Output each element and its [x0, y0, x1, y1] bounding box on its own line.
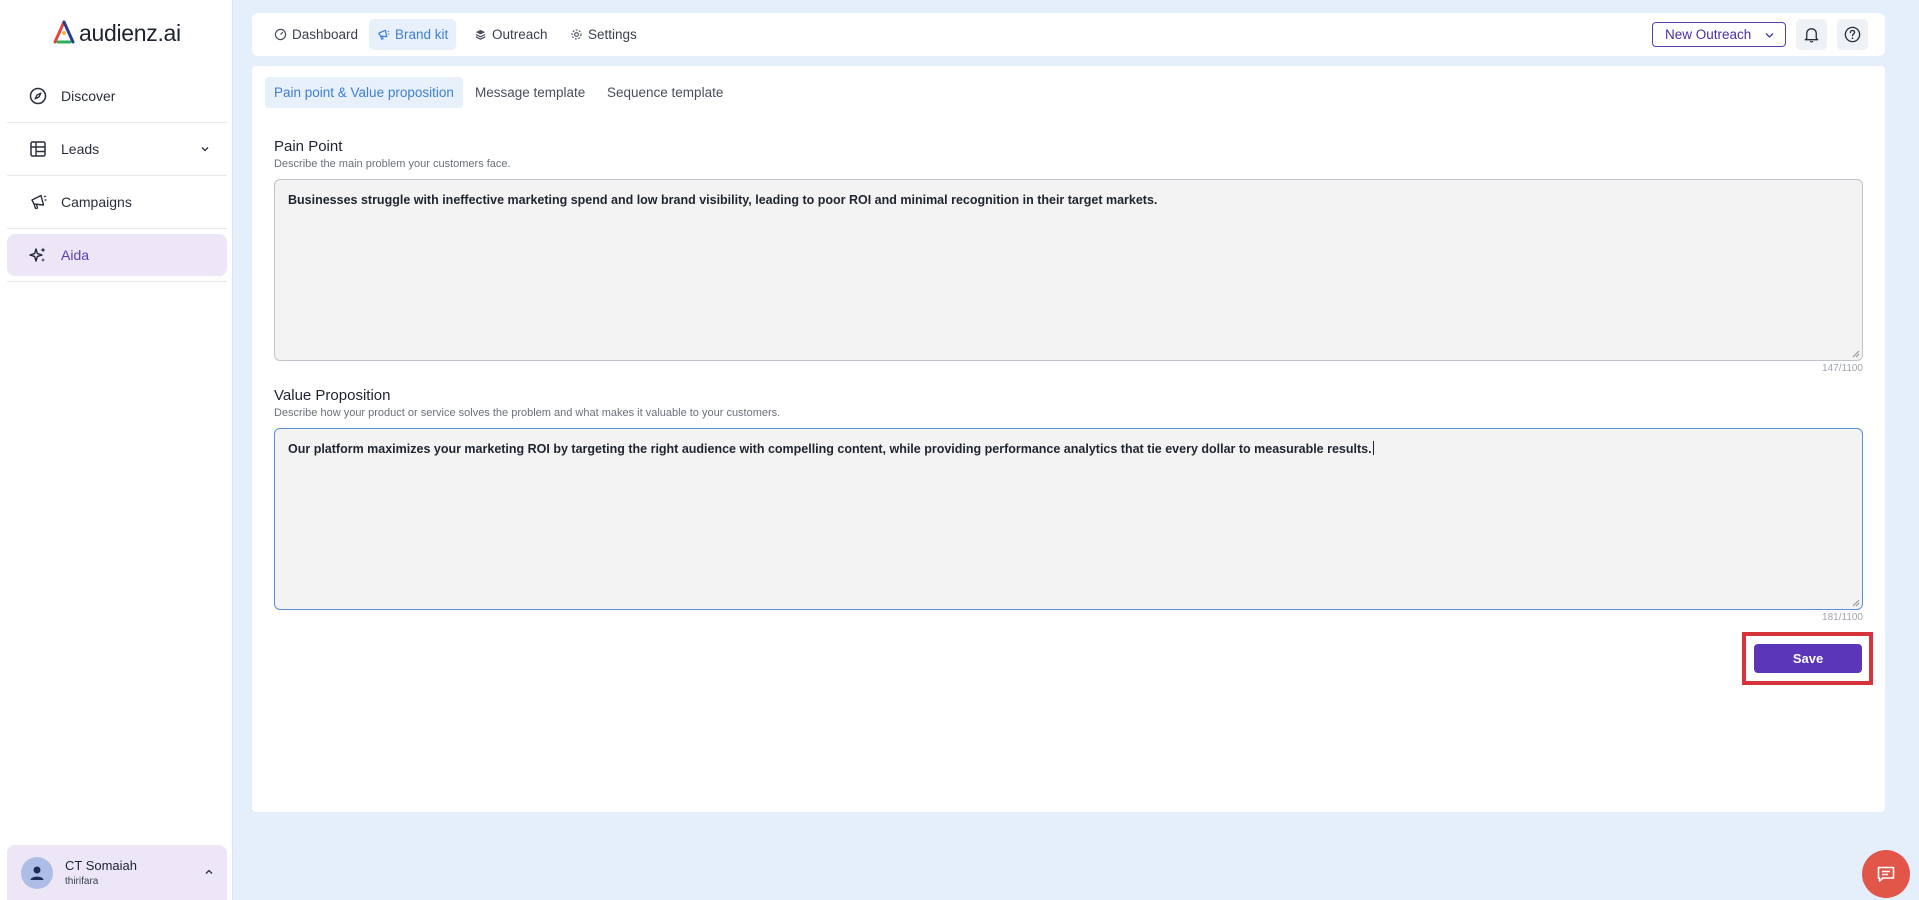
pain-point-text: Businesses struggle with ineffective mar…: [288, 193, 1158, 207]
subtab-sequence-template[interactable]: Sequence template: [598, 77, 732, 108]
bell-icon: [1804, 28, 1819, 43]
resize-grip-icon[interactable]: [1852, 599, 1860, 607]
brand-name: audienz.ai: [79, 19, 181, 46]
user-icon: [30, 866, 44, 880]
nav-divider: [7, 228, 227, 229]
brand-kit-panel: Pain point & Value proposition Message t…: [252, 66, 1885, 812]
help-circle-icon: [1844, 26, 1861, 43]
tab-label: Dashboard: [292, 27, 359, 42]
subtab-message-template[interactable]: Message template: [466, 77, 594, 108]
text-caret: [1372, 441, 1374, 455]
top-navigation-bar: Dashboard Brand kit Outreach Settings Ne…: [252, 13, 1885, 56]
gauge-icon: [274, 28, 287, 41]
pain-point-title: Pain Point: [274, 138, 343, 155]
value-proposition-char-counter: 181/1100: [1822, 612, 1863, 623]
sidebar-item-discover[interactable]: Discover: [7, 75, 227, 117]
tab-label: Brand kit: [395, 27, 449, 42]
megaphone-icon: [378, 29, 390, 40]
save-button[interactable]: Save: [1754, 644, 1862, 673]
megaphone-icon: [28, 192, 48, 212]
user-name: CT Somaiah: [65, 858, 138, 873]
new-outreach-label: New Outreach: [1665, 27, 1752, 42]
user-org: thirifara: [65, 876, 99, 887]
user-info: CT Somaiah thirifara: [65, 858, 137, 887]
resize-grip-icon[interactable]: [1852, 350, 1860, 358]
subtab-pain-point-value-proposition[interactable]: Pain point & Value proposition: [265, 77, 463, 108]
chevron-down-icon: [1765, 33, 1774, 38]
pain-point-description: Describe the main problem your customers…: [274, 158, 511, 170]
tab-label: Outreach: [492, 27, 548, 42]
sparkles-icon: [28, 245, 48, 265]
value-proposition-text: Our platform maximizes your marketing RO…: [288, 442, 1372, 456]
tab-label: Settings: [588, 27, 637, 42]
user-profile-card[interactable]: CT Somaiah thirifara: [7, 845, 227, 900]
value-proposition-textarea[interactable]: Our platform maximizes your marketing RO…: [274, 428, 1863, 610]
layers-icon: [475, 29, 486, 40]
value-proposition-title: Value Proposition: [274, 387, 391, 404]
compass-icon: [28, 86, 48, 106]
nav-divider: [7, 122, 227, 123]
nav-divider: [7, 281, 227, 282]
sidebar-item-label: Leads: [61, 141, 100, 157]
sidebar-item-label: Discover: [61, 88, 116, 104]
brand-logo[interactable]: audienz.ai: [52, 18, 181, 48]
sidebar-item-label: Aida: [61, 247, 90, 263]
gear-icon: [571, 29, 582, 40]
nav-divider: [7, 175, 227, 176]
chat-icon: [1877, 866, 1895, 882]
tab-dashboard[interactable]: Dashboard: [266, 19, 366, 50]
help-button[interactable]: [1837, 19, 1868, 50]
chat-support-button[interactable]: [1862, 850, 1910, 898]
chevron-down-icon[interactable]: [199, 143, 211, 155]
table-icon: [28, 139, 48, 159]
sidebar-item-label: Campaigns: [61, 194, 132, 210]
tab-settings[interactable]: Settings: [562, 19, 645, 50]
avatar: [21, 856, 53, 889]
pain-point-textarea[interactable]: Businesses struggle with ineffective mar…: [274, 179, 1863, 361]
new-outreach-button[interactable]: New Outreach: [1652, 22, 1786, 47]
audienz-logo-icon: [53, 20, 75, 44]
tab-brand-kit[interactable]: Brand kit: [369, 19, 457, 50]
sidebar-item-campaigns[interactable]: Campaigns: [7, 181, 227, 223]
chevron-up-icon[interactable]: [203, 866, 215, 878]
sidebar-nav: Discover Leads Campaigns Aida: [7, 75, 227, 287]
sidebar-item-leads[interactable]: Leads: [7, 128, 227, 170]
tab-outreach[interactable]: Outreach: [466, 19, 556, 50]
value-proposition-description: Describe how your product or service sol…: [274, 407, 781, 419]
notifications-button[interactable]: [1796, 19, 1827, 50]
sidebar: audienz.ai Discover Leads Campaigns Aida…: [0, 0, 233, 900]
sidebar-item-aida[interactable]: Aida: [7, 234, 227, 276]
pain-point-char-counter: 147/1100: [1822, 363, 1863, 374]
